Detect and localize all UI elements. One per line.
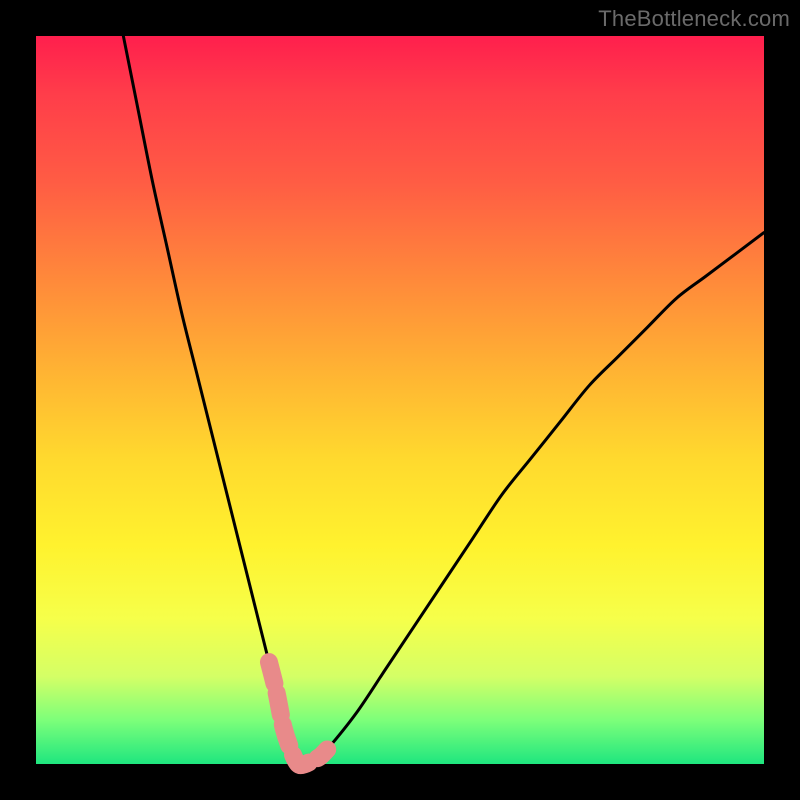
chart-container: TheBottleneck.com bbox=[0, 0, 800, 800]
bottleneck-curve bbox=[123, 36, 764, 766]
watermark-text: TheBottleneck.com bbox=[598, 6, 790, 32]
curve-svg bbox=[36, 36, 764, 764]
sweet-spot-highlight bbox=[269, 662, 327, 765]
plot-area bbox=[36, 36, 764, 764]
